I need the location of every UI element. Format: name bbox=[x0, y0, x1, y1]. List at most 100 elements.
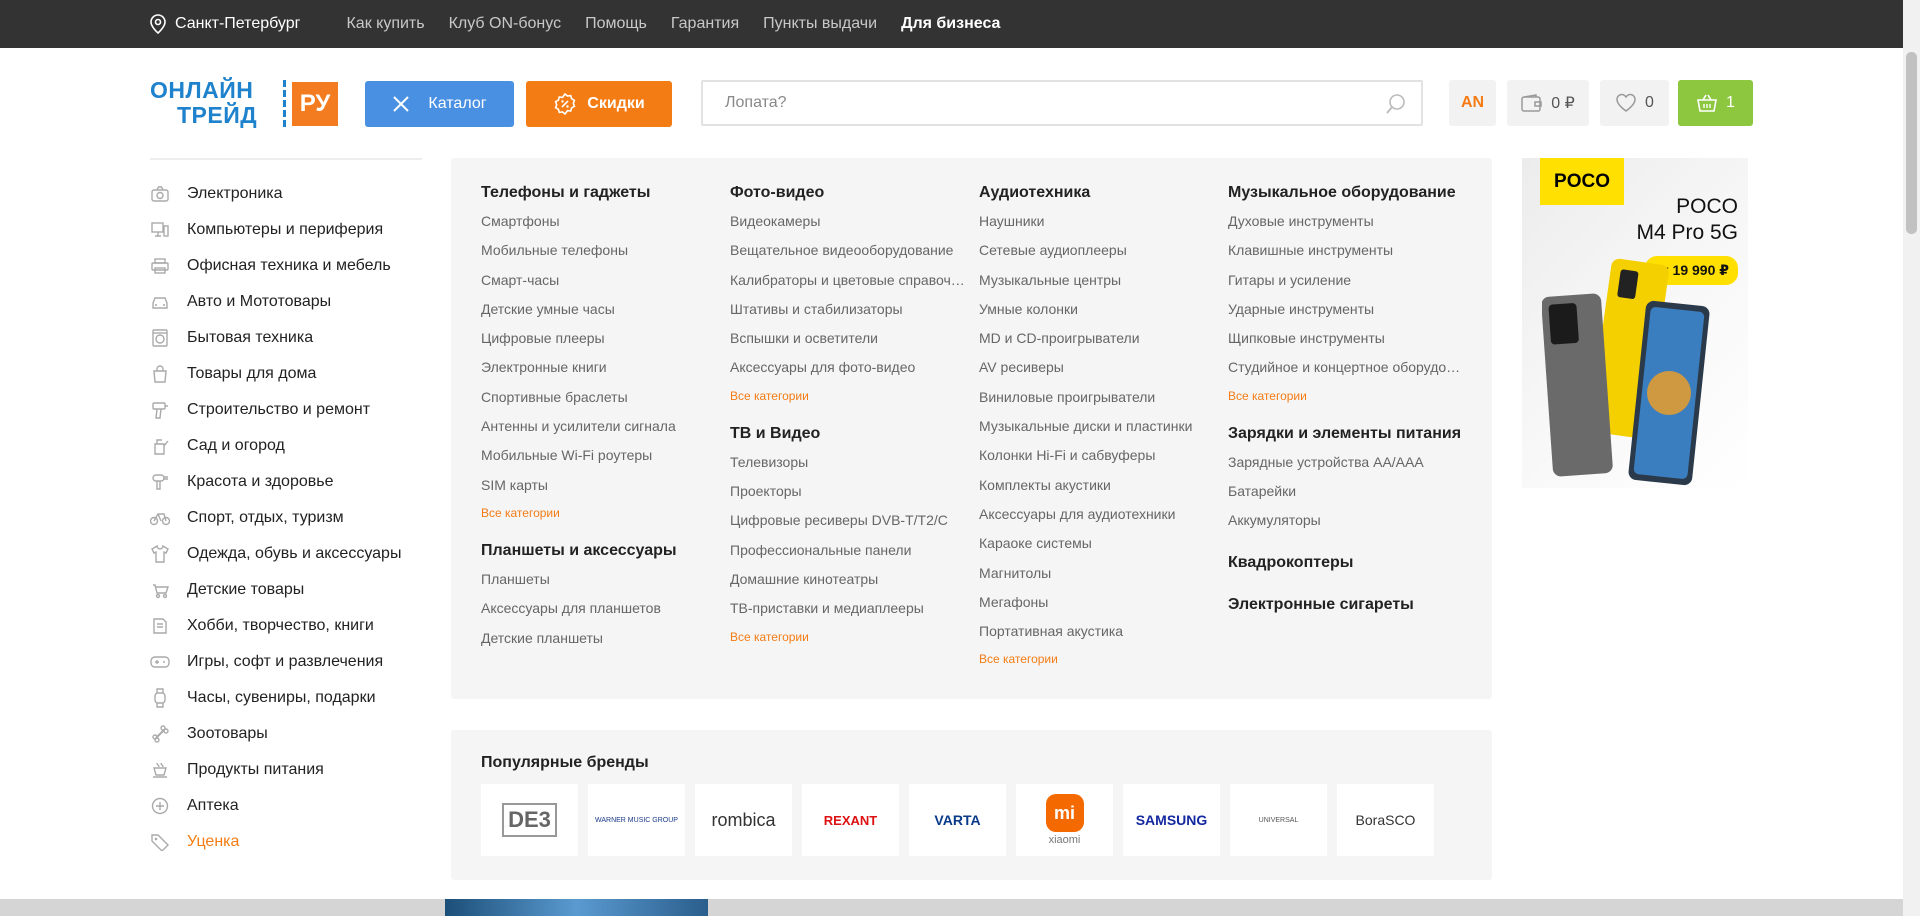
favorites-button[interactable]: 0 bbox=[1600, 80, 1669, 126]
all-categories-link[interactable]: Все категории bbox=[481, 505, 716, 529]
menu-group-title[interactable]: Зарядки и элементы питания bbox=[1228, 425, 1463, 443]
brand-tile[interactable]: DE3 bbox=[481, 784, 578, 856]
link-warranty[interactable]: Гарантия bbox=[671, 15, 739, 33]
sidebar-item-appliances[interactable]: Бытовая техника bbox=[150, 320, 422, 356]
sidebar-item-clothes[interactable]: Одежда, обувь и аксессуары bbox=[150, 536, 422, 572]
menu-group-title[interactable]: Телефоны и гаджеты bbox=[481, 184, 716, 202]
menu-group-title[interactable]: Планшеты и аксессуары bbox=[481, 542, 716, 560]
menu-item[interactable]: SIM карты bbox=[481, 476, 716, 505]
sidebar-item-garden[interactable]: Сад и огород bbox=[150, 428, 422, 464]
menu-item[interactable]: Калибраторы и цветовые справочники bbox=[730, 271, 965, 300]
user-profile-button[interactable]: AN bbox=[1449, 80, 1496, 126]
link-pickup-points[interactable]: Пункты выдачи bbox=[763, 15, 877, 33]
menu-item[interactable]: Спортивные браслеты bbox=[481, 388, 716, 417]
search-icon[interactable] bbox=[1385, 93, 1407, 115]
all-categories-link[interactable]: Все категории bbox=[1228, 388, 1463, 412]
sidebar-item-computers[interactable]: Компьютеры и периферия bbox=[150, 212, 422, 248]
menu-item[interactable]: Сетевые аудиоплееры bbox=[979, 241, 1214, 270]
menu-item[interactable]: Гитары и усиление bbox=[1228, 271, 1463, 300]
sidebar-item-pets[interactable]: Зоотовары bbox=[150, 716, 422, 752]
all-categories-link[interactable]: Все категории bbox=[979, 651, 1214, 675]
sidebar-item-home[interactable]: Товары для дома bbox=[150, 356, 422, 392]
menu-group-title[interactable]: Аудиотехника bbox=[979, 184, 1214, 202]
menu-item[interactable]: Музыкальные диски и пластинки bbox=[979, 417, 1214, 446]
menu-item[interactable]: Цифровые плееры bbox=[481, 329, 716, 358]
menu-item[interactable]: Проекторы bbox=[730, 482, 965, 511]
menu-item[interactable]: Виниловые проигрыватели bbox=[979, 388, 1214, 417]
all-categories-link[interactable]: Все категории bbox=[730, 629, 965, 653]
menu-item[interactable]: Профессиональные панели bbox=[730, 541, 965, 570]
search-input[interactable] bbox=[703, 82, 1421, 124]
menu-item[interactable]: Антенны и усилители сигнала bbox=[481, 417, 716, 446]
link-how-to-buy[interactable]: Как купить bbox=[346, 15, 424, 33]
menu-item[interactable]: Мобильные Wi-Fi роутеры bbox=[481, 446, 716, 475]
sidebar-item-pharmacy[interactable]: Аптека bbox=[150, 788, 422, 824]
menu-item[interactable]: Цифровые ресиверы DVB-T/T2/C bbox=[730, 511, 965, 540]
menu-item[interactable]: Батарейки bbox=[1228, 482, 1463, 511]
sidebar-item-sport[interactable]: Спорт, отдых, туризм bbox=[150, 500, 422, 536]
sidebar-item-hobby[interactable]: Хобби, творчество, книги bbox=[150, 608, 422, 644]
site-logo[interactable]: ОНЛАЙН ТРЕЙД РУ bbox=[150, 78, 338, 130]
menu-item[interactable]: Ударные инструменты bbox=[1228, 300, 1463, 329]
catalog-button[interactable]: Каталог bbox=[365, 81, 514, 127]
brand-tile[interactable]: mi xiaomi bbox=[1016, 784, 1113, 856]
menu-item[interactable]: Мобильные телефоны bbox=[481, 241, 716, 270]
menu-item[interactable]: Детские умные часы bbox=[481, 300, 716, 329]
menu-item[interactable]: Духовые инструменты bbox=[1228, 212, 1463, 241]
menu-group-drones[interactable]: Квадрокоптеры bbox=[1228, 554, 1463, 572]
menu-item[interactable]: Домашние кинотеатры bbox=[730, 570, 965, 599]
sidebar-item-construction[interactable]: Строительство и ремонт bbox=[150, 392, 422, 428]
menu-item[interactable]: Караоке системы bbox=[979, 534, 1214, 563]
menu-group-e-cigarettes[interactable]: Электронные сигареты bbox=[1228, 596, 1463, 614]
city-selector[interactable]: Санкт-Петербург bbox=[150, 14, 300, 34]
brand-tile[interactable]: REXANT bbox=[802, 784, 899, 856]
menu-item[interactable]: Аккумуляторы bbox=[1228, 511, 1463, 540]
wallet-button[interactable]: 0 ₽ bbox=[1507, 80, 1589, 126]
menu-item[interactable]: Портативная акустика bbox=[979, 622, 1214, 651]
menu-item[interactable]: Студийное и концертное оборудование bbox=[1228, 358, 1463, 387]
menu-item[interactable]: Вспышки и осветители bbox=[730, 329, 965, 358]
menu-item[interactable]: Электронные книги bbox=[481, 358, 716, 387]
menu-item[interactable]: Штативы и стабилизаторы bbox=[730, 300, 965, 329]
menu-item[interactable]: Зарядные устройства AA/AAA bbox=[1228, 453, 1463, 482]
menu-group-title[interactable]: ТВ и Видео bbox=[730, 425, 965, 443]
menu-item[interactable]: Наушники bbox=[979, 212, 1214, 241]
menu-item[interactable]: AV ресиверы bbox=[979, 358, 1214, 387]
menu-group-title[interactable]: Фото-видео bbox=[730, 184, 965, 202]
menu-item[interactable]: Щипковые инструменты bbox=[1228, 329, 1463, 358]
scrollbar-thumb[interactable] bbox=[1906, 52, 1917, 234]
menu-item[interactable]: Комплекты акустики bbox=[979, 476, 1214, 505]
sidebar-item-discount[interactable]: Уценка bbox=[150, 824, 422, 860]
sidebar-item-kids[interactable]: Детские товары bbox=[150, 572, 422, 608]
page-scrollbar[interactable] bbox=[1903, 0, 1920, 916]
brand-tile[interactable]: UNIVERSAL bbox=[1230, 784, 1327, 856]
menu-item[interactable]: Клавишные инструменты bbox=[1228, 241, 1463, 270]
menu-item[interactable]: ТВ-приставки и медиаплееры bbox=[730, 599, 965, 628]
menu-item[interactable]: Колонки Hi-Fi и сабвуферы bbox=[979, 446, 1214, 475]
sidebar-item-electronics[interactable]: Электроника bbox=[150, 176, 422, 212]
link-bonus-club[interactable]: Клуб ON-бонус bbox=[449, 15, 562, 33]
menu-item[interactable]: Умные колонки bbox=[979, 300, 1214, 329]
menu-item[interactable]: Магнитолы bbox=[979, 564, 1214, 593]
all-categories-link[interactable]: Все категории bbox=[730, 388, 965, 412]
link-help[interactable]: Помощь bbox=[585, 15, 647, 33]
bottom-banner-image[interactable] bbox=[445, 899, 708, 916]
sidebar-item-food[interactable]: Продукты питания bbox=[150, 752, 422, 788]
sidebar-item-auto[interactable]: Авто и Мототовары bbox=[150, 284, 422, 320]
brand-tile[interactable]: SAMSUNG bbox=[1123, 784, 1220, 856]
menu-item[interactable]: MD и CD-проигрыватели bbox=[979, 329, 1214, 358]
brand-tile[interactable]: WARNER MUSIC GROUP bbox=[588, 784, 685, 856]
promo-banner[interactable]: POCO POCO M4 Pro 5G от 19 990 ₽ bbox=[1522, 158, 1748, 488]
menu-item[interactable]: Видеокамеры bbox=[730, 212, 965, 241]
brand-tile[interactable]: rombica bbox=[695, 784, 792, 856]
sidebar-item-games[interactable]: Игры, софт и развлечения bbox=[150, 644, 422, 680]
brand-tile[interactable]: VARTA bbox=[909, 784, 1006, 856]
sale-button[interactable]: Скидки bbox=[526, 81, 672, 127]
menu-item[interactable]: Аксессуары для планшетов bbox=[481, 599, 716, 628]
menu-item[interactable]: Смарт-часы bbox=[481, 271, 716, 300]
menu-item[interactable]: Детские планшеты bbox=[481, 629, 716, 658]
menu-group-title[interactable]: Музыкальное оборудование bbox=[1228, 184, 1463, 202]
menu-item[interactable]: Телевизоры bbox=[730, 453, 965, 482]
sidebar-item-office[interactable]: Офисная техника и мебель bbox=[150, 248, 422, 284]
menu-item[interactable]: Вещательное видеооборудование bbox=[730, 241, 965, 270]
